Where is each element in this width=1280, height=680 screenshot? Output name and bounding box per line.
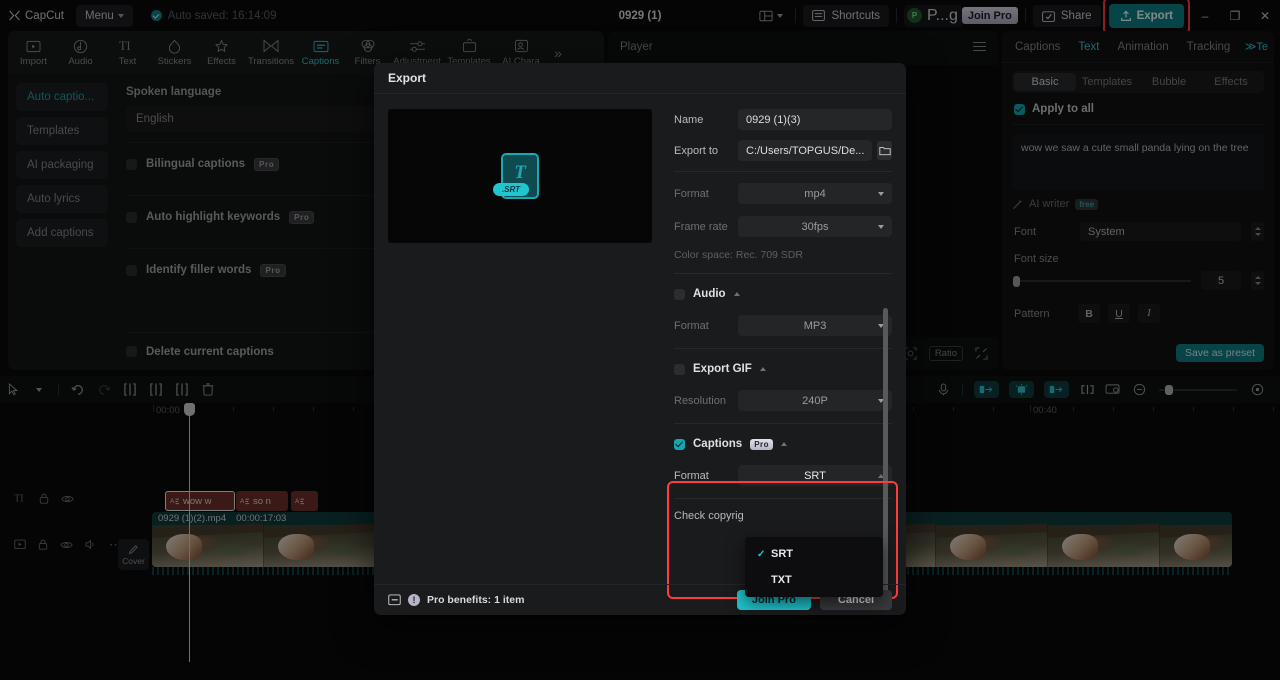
frame-rate-row: Frame rate 30fps (674, 216, 892, 237)
audio-format-row: Format MP3 (674, 315, 892, 336)
color-space-text: Color space: Rec. 709 SDR (674, 249, 803, 261)
captions-format-value: SRT (804, 469, 826, 482)
frame-rate-value: 30fps (801, 220, 829, 233)
capcut-window: CapCut Menu Auto saved: 16:14:09 0929 (1… (0, 0, 1280, 680)
captions-format-dropdown: ✓ SRT TXT (745, 537, 883, 597)
export-fields: Name 0929 (1)(3) Export to C:/Users/TOPG… (674, 109, 892, 522)
audio-format-value: MP3 (803, 319, 827, 332)
dropdown-option-label: SRT (771, 548, 793, 560)
gif-resolution-label: Resolution (674, 394, 726, 407)
frame-rate-select[interactable]: 30fps (738, 216, 892, 237)
dropdown-option-label: TXT (771, 574, 792, 586)
pro-badge: Pro (750, 438, 774, 450)
name-input[interactable]: 0929 (1)(3) (738, 109, 892, 130)
checkbox-icon[interactable] (674, 288, 685, 300)
captions-label: Captions (693, 438, 743, 450)
divider (674, 498, 892, 499)
chevron-up-icon[interactable] (759, 367, 766, 371)
pro-benefits-label: Pro benefits: 1 item (427, 594, 525, 606)
export-to-input[interactable]: C:/Users/TOPGUS/De... (738, 140, 873, 161)
browse-folder-button[interactable] (877, 141, 892, 160)
info-icon: ! (408, 594, 420, 606)
gif-resolution-select[interactable]: 240P (738, 390, 892, 411)
video-format-row: Format mp4 (674, 183, 892, 204)
captions-format-select[interactable]: SRT (738, 465, 892, 486)
pro-benefits: ! Pro benefits: 1 item (388, 594, 524, 606)
audio-group-header[interactable]: Audio (674, 285, 892, 303)
export-to-row: Export to C:/Users/TOPGUS/De... (674, 140, 892, 161)
video-format-select[interactable]: mp4 (738, 183, 892, 204)
srt-file-icon: T .SRT (493, 153, 539, 199)
checkbox-icon[interactable] (674, 363, 685, 375)
chevron-up-icon[interactable] (733, 292, 740, 296)
chevron-up-icon[interactable] (781, 442, 788, 446)
folder-icon (879, 146, 891, 155)
export-dialog-scrollbar[interactable] (883, 308, 888, 596)
audio-format-label: Format (674, 319, 709, 332)
export-to-label: Export to (674, 144, 719, 157)
audio-label: Audio (693, 288, 726, 300)
chevron-down-icon (878, 224, 884, 229)
divider (674, 348, 892, 349)
video-format-value: mp4 (804, 187, 826, 200)
name-row: Name 0929 (1)(3) (674, 109, 892, 130)
srt-icon-letter: T (514, 162, 526, 183)
export-dialog-body: T .SRT Name 0929 (1)(3) Export to C:/Use… (374, 94, 906, 599)
gif-group-header[interactable]: Export GIF (674, 360, 892, 378)
gif-resolution-row: Resolution 240P (674, 390, 892, 411)
name-label: Name (674, 113, 704, 126)
dropdown-option-txt[interactable]: TXT (745, 567, 883, 593)
export-preview: T .SRT (388, 109, 652, 243)
audio-format-select[interactable]: MP3 (738, 315, 892, 336)
export-dialog: Export T .SRT Name 0929 (1)(3) Export to… (374, 63, 906, 615)
gif-resolution-value: 240P (802, 394, 828, 407)
gif-label: Export GIF (693, 363, 752, 375)
check-icon: ✓ (757, 548, 766, 560)
srt-icon-badge: .SRT (493, 183, 529, 196)
checkbox-checked-icon[interactable] (674, 438, 685, 450)
video-format-label: Format (674, 187, 709, 200)
list-icon (388, 594, 401, 606)
divider (674, 171, 892, 172)
captions-format-row: Format SRT (674, 465, 892, 486)
export-dialog-title: Export (374, 63, 906, 94)
divider (674, 423, 892, 424)
dropdown-option-srt[interactable]: ✓ SRT (745, 541, 883, 567)
captions-format-label: Format (674, 469, 709, 482)
frame-rate-label: Frame rate (674, 220, 728, 233)
divider (674, 273, 892, 274)
captions-group-header[interactable]: Captions Pro (674, 435, 892, 453)
check-copyright-label: Check copyrig (674, 510, 744, 522)
chevron-down-icon (878, 191, 884, 196)
